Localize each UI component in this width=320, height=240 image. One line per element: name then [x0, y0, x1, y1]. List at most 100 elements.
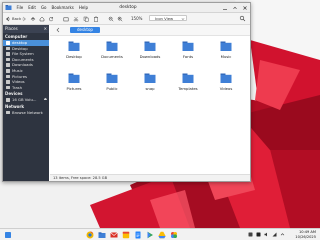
chevron-down-icon [181, 18, 185, 20]
minimize-button[interactable] [221, 4, 228, 11]
mail-icon[interactable] [110, 231, 118, 239]
menubar: File Edit Go Bookmarks Help [14, 3, 90, 12]
file-label: Documents [101, 54, 123, 59]
file-label: Templates [178, 86, 198, 91]
file-item[interactable]: Music [208, 40, 244, 68]
places-sidebar: Places ✕ Computer desktop Desktop File S… [3, 25, 49, 181]
network-tray-icon[interactable] [272, 232, 277, 237]
paste-icon [94, 16, 98, 22]
new-folder-icon [63, 17, 69, 21]
sidebar-item-trash[interactable]: Trash [3, 85, 49, 91]
home-button[interactable] [39, 14, 45, 23]
up-arrow-icon [30, 16, 36, 21]
file-item[interactable]: Desktop [56, 40, 92, 68]
folder-downloads-icon [144, 41, 156, 51]
paste-button[interactable] [93, 14, 99, 23]
breadcrumb-left-icon[interactable] [55, 27, 61, 33]
reload-button[interactable] [48, 14, 54, 23]
file-item[interactable]: Fonts [170, 40, 206, 68]
zoom-in-button[interactable] [117, 14, 123, 23]
file-label: Public [106, 86, 118, 91]
folder-documents-icon [106, 41, 118, 51]
search-icon[interactable] [239, 15, 246, 22]
file-item[interactable]: Documents [94, 40, 130, 68]
copy-button[interactable] [83, 14, 89, 23]
drive-icon [6, 52, 10, 56]
close-sidebar-icon[interactable]: ✕ [44, 25, 47, 33]
file-label: Downloads [139, 54, 161, 59]
maximize-icon [232, 6, 237, 9]
tray-app-icon[interactable] [248, 232, 253, 237]
forward-button[interactable] [21, 14, 27, 23]
copy-icon [83, 16, 89, 22]
videos-icon [6, 80, 10, 84]
chevron-up-icon[interactable] [280, 232, 285, 237]
close-icon [242, 5, 247, 10]
forward-arrow-icon [22, 16, 26, 21]
docs-icon[interactable] [134, 231, 142, 239]
view-mode-select[interactable]: Icon View [149, 15, 187, 21]
location-bar: desktop [50, 25, 250, 36]
pictures-icon [6, 74, 10, 79]
browser-icon[interactable] [86, 231, 94, 239]
file-label: snap [145, 86, 155, 91]
zoom-level: 150% [131, 16, 143, 21]
view-mode-value: Icon View [155, 16, 174, 21]
menu-go[interactable]: Go [38, 3, 49, 12]
sidebar-item-browse-network[interactable]: Browse Network [3, 110, 49, 116]
documents-icon [6, 57, 10, 62]
file-item[interactable]: Pictures [56, 72, 92, 100]
maximize-button[interactable] [231, 4, 238, 11]
file-grid: Desktop Documents Downloads Fonts Music Pictu… [50, 36, 250, 170]
file-item[interactable]: snap [132, 72, 168, 100]
volume-icon[interactable] [264, 232, 269, 237]
eject-icon[interactable]: ⏏ [44, 97, 47, 103]
network-icon [6, 110, 10, 115]
file-label: Music [220, 54, 232, 59]
zoom-out-button[interactable] [108, 14, 114, 23]
up-button[interactable] [30, 14, 36, 23]
file-manager-taskbar-icon[interactable] [98, 231, 106, 239]
clock-date: 10/26/2025 [295, 235, 316, 239]
sidebar-item-volume[interactable]: 16 GB Volu... ⏏ [3, 97, 49, 103]
folder-pictures-icon [68, 73, 80, 83]
menu-file[interactable]: File [14, 3, 26, 12]
home-icon [39, 16, 45, 21]
back-button[interactable]: Back [5, 14, 21, 23]
downloads-icon [6, 63, 10, 67]
menu-edit[interactable]: Edit [26, 3, 39, 12]
back-label: Back [12, 16, 22, 21]
file-item[interactable]: Public [94, 72, 130, 100]
back-arrow-icon [6, 16, 10, 21]
file-item[interactable]: Videos [208, 72, 244, 100]
window-titlebar[interactable]: File Edit Go Bookmarks Help desktop [3, 3, 250, 13]
breadcrumb-current[interactable]: desktop [70, 27, 100, 33]
cut-icon [73, 16, 79, 21]
taskbar: 10:49 AM 10/26/2025 [0, 228, 320, 240]
file-label: Pictures [66, 86, 82, 91]
folder-app-icon [5, 5, 12, 10]
cut-button[interactable] [73, 14, 79, 23]
tray-app-icon-2[interactable] [256, 232, 261, 237]
drive-icon-taskbar[interactable] [158, 231, 166, 239]
close-button[interactable] [241, 4, 248, 11]
toolbar: Back 150% Icon View [3, 13, 250, 25]
new-folder-button[interactable] [63, 14, 69, 23]
calendar-icon[interactable] [122, 231, 130, 239]
play-store-icon[interactable] [146, 231, 154, 239]
sidebar-item-label: Trash [12, 84, 23, 90]
start-menu-icon[interactable] [4, 231, 12, 239]
sidebar-item-label: 16 GB Volu... [12, 97, 37, 103]
menu-bookmarks[interactable]: Bookmarks [49, 3, 76, 12]
file-item[interactable]: Templates [170, 72, 206, 100]
system-clock[interactable]: 10:49 AM 10/26/2025 [295, 230, 316, 240]
sidebar-header-label: Places [5, 26, 18, 31]
folder-public-icon [106, 73, 118, 83]
sidebar-header[interactable]: Places ✕ [3, 25, 49, 33]
file-item[interactable]: Downloads [132, 40, 168, 68]
window-title: desktop [119, 5, 137, 10]
photos-icon[interactable] [170, 231, 178, 239]
folder-music-icon [220, 41, 232, 51]
minimize-icon [222, 8, 227, 10]
music-icon [6, 69, 10, 73]
